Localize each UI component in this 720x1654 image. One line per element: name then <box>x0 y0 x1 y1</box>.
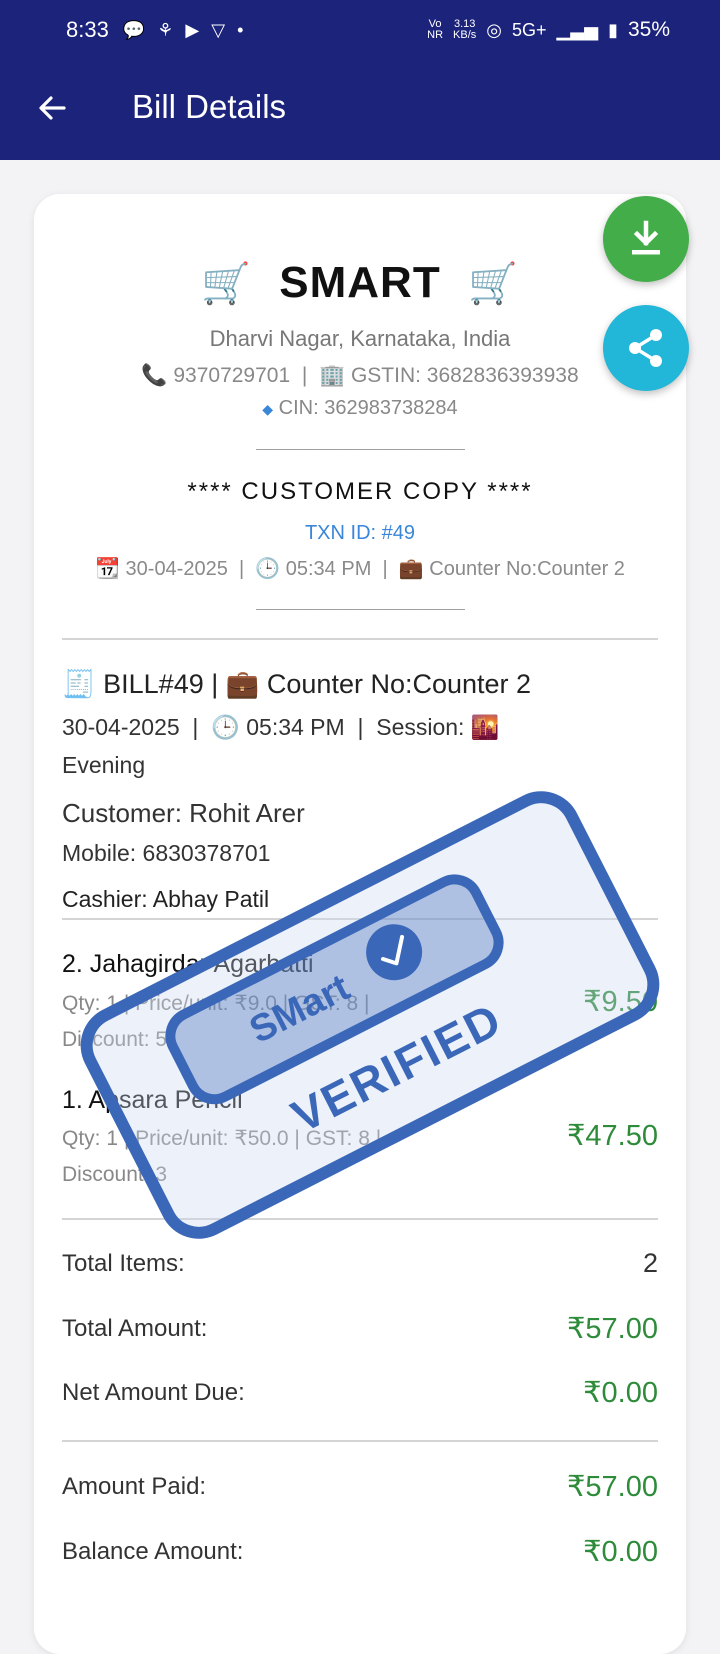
store-cin: CIN: 362983738284 <box>278 397 458 419</box>
item-price: ₹47.50 <box>566 1120 658 1152</box>
store-phone: 9370729701 <box>173 364 291 387</box>
volte-label: Vo NR <box>427 18 444 41</box>
store-address: Dharvi Nagar, Karnataka, India <box>209 326 511 351</box>
item-price: ₹9.50 <box>583 986 658 1018</box>
youtube-icon: ▶ <box>185 19 200 40</box>
receipt-date: 30-04-2025 <box>125 558 228 580</box>
store-name: SMART <box>279 258 441 307</box>
status-bar: 8:33 💬 ⚘ ▶ ▽ • Vo NR 3.13 KB/s ◎ 5G+ ▁▃▅… <box>0 0 720 60</box>
speed-label: 3.13 KB/s <box>453 18 477 41</box>
divider <box>62 638 658 640</box>
page-title: Bill Details <box>132 88 287 125</box>
hotspot-icon: ◎ <box>486 19 502 40</box>
arrow-left-icon <box>39 96 66 120</box>
item-details: Qty: 1 | Price/unit: ₹9.0 | GST: 8 | Dis… <box>62 992 370 1051</box>
amount-paid-label: Amount Paid: <box>62 1473 207 1500</box>
back-button[interactable] <box>34 90 70 126</box>
txn-id: TXN ID: #49 <box>304 522 416 544</box>
customer-name: Customer: Rohit Arer <box>62 798 305 828</box>
phone-icon: 📞 <box>141 364 168 387</box>
share-icon <box>629 329 662 367</box>
total-items-value: 2 <box>642 1248 658 1278</box>
battery-icon: ▮ <box>608 19 618 40</box>
dashed-divider: ———————————————— <box>256 440 465 456</box>
bill-header: 🧾 BILL#49 | 💼 Counter No:Counter 2 <box>62 669 532 699</box>
receipt-time: 05:34 PM <box>285 558 372 580</box>
network-label: 5G+ <box>512 19 547 40</box>
item-details: Qty: 1 | Price/unit: ₹50.0 | GST: 8 | Di… <box>62 1127 382 1186</box>
notification-icons: 💬 ⚘ ▶ ▽ • <box>123 20 244 41</box>
fan-icon: ⚘ <box>157 19 174 40</box>
status-time: 8:33 <box>66 17 109 42</box>
calendar-icon: 📆 <box>95 558 120 580</box>
clock-icon: 🕒 <box>255 558 281 580</box>
divider <box>62 1218 658 1220</box>
item-name: 2. Jahagirdar Agarbatti <box>62 950 314 978</box>
battery-percent: 35% <box>627 18 670 41</box>
receipt-meta: 📆 30-04-2025 | 🕒 05:34 PM | 💼 Counter No… <box>95 558 625 580</box>
shopping-cart-icon: 🛒 <box>467 262 519 306</box>
total-amount-label: Total Amount: <box>62 1315 208 1342</box>
share-button[interactable] <box>603 305 689 391</box>
briefcase-icon: 💼 <box>225 669 260 699</box>
dot-icon: • <box>237 19 244 40</box>
bill-session: Evening <box>62 752 146 778</box>
download-icon <box>632 220 660 255</box>
top-bar: 8:33 💬 ⚘ ▶ ▽ • Vo NR 3.13 KB/s ◎ 5G+ ▁▃▅… <box>0 0 720 160</box>
sunset-icon: 🌇 <box>470 714 500 740</box>
customer-copy-label: **** CUSTOMER COPY **** <box>187 478 533 505</box>
store-contact: 📞 9370729701 | 🏢 GSTIN: 3682836393938 <box>141 364 579 387</box>
shopping-cart-icon: 🛒 <box>201 262 253 306</box>
bill-date: 30-04-2025 <box>62 714 180 740</box>
briefcase-icon: 💼 <box>398 558 424 580</box>
total-amount-value: ₹57.00 <box>566 1313 658 1345</box>
bill-counter: Counter No:Counter 2 <box>266 669 532 699</box>
divider <box>62 1440 658 1442</box>
total-items-label: Total Items: <box>62 1250 185 1277</box>
net-due-label: Net Amount Due: <box>62 1379 245 1406</box>
amount-paid-value: ₹57.00 <box>566 1471 658 1503</box>
balance-label: Balance Amount: <box>62 1538 244 1565</box>
store-name-row: 🛒 SMART 🛒 <box>34 258 686 308</box>
building-icon: 🏢 <box>318 364 346 387</box>
balance-value: ₹0.00 <box>583 1536 658 1568</box>
diamond-icon: ◆ <box>262 401 274 417</box>
item-name: 1. Apsara Pencil <box>62 1086 243 1114</box>
receipt-counter: Counter No:Counter 2 <box>429 558 625 580</box>
customer-mobile: Mobile: 6830378701 <box>62 840 271 866</box>
chat-icon: 💬 <box>122 19 146 40</box>
vpn-icon: ▽ <box>211 19 226 40</box>
bill-time: 05:34 PM <box>246 714 345 740</box>
clock-icon: 🕒 <box>211 714 240 740</box>
status-right: Vo NR 3.13 KB/s ◎ 5G+ ▁▃▅ ▮ 35% <box>427 18 670 42</box>
receipt-icon: 🧾 <box>62 669 96 699</box>
net-due-value: ₹0.00 <box>583 1377 658 1409</box>
download-button[interactable] <box>603 196 689 282</box>
store-cin-row: ◆ CIN: 362983738284 <box>34 397 686 420</box>
signal-icon: ▁▃▅ <box>556 19 599 40</box>
store-gstin: GSTIN: 3682836393938 <box>350 364 579 387</box>
app-bar: Bill Details <box>0 60 720 160</box>
session-label: Session: <box>376 714 465 740</box>
cashier-name: Cashier: Abhay Patil <box>62 886 270 912</box>
bill-number: BILL#49 <box>103 669 204 699</box>
bill-date-row: 30-04-2025 | 🕒 05:34 PM | Session: 🌇 <box>62 714 500 740</box>
dashed-divider: ———————————————— <box>256 600 465 616</box>
divider <box>62 918 658 920</box>
